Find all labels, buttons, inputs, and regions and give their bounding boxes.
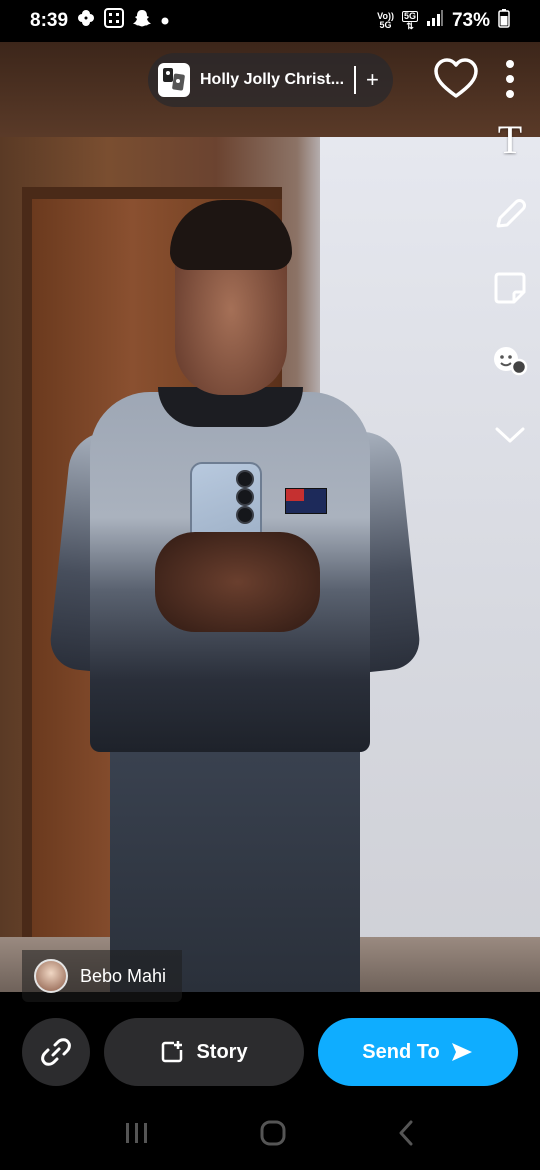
- status-bar: 8:39 Vo)) 5G 5G ⇅ 73%: [0, 0, 540, 42]
- signal-icon: [426, 9, 444, 33]
- pencil-icon[interactable]: [488, 192, 532, 236]
- link-icon: [41, 1038, 71, 1066]
- chevron-down-icon[interactable]: [488, 412, 532, 456]
- more-dot: [506, 75, 514, 83]
- add-story-icon: [162, 1041, 183, 1063]
- heart-icon[interactable]: [432, 56, 480, 102]
- text-icon[interactable]: T: [488, 118, 532, 162]
- link-button[interactable]: [22, 1018, 90, 1086]
- home-icon[interactable]: [259, 1119, 287, 1152]
- hair: [170, 200, 292, 270]
- screen: 8:39 Vo)) 5G 5G ⇅ 73% Holly Jolly Christ…: [0, 0, 540, 1170]
- battery-icon: [498, 8, 510, 34]
- snap-photo[interactable]: [0, 42, 540, 992]
- pill-divider: [354, 66, 356, 94]
- camera-lens: [236, 470, 254, 488]
- flag-patch: [285, 488, 327, 514]
- status-time: 8:39: [30, 10, 69, 31]
- add-sound-button[interactable]: +: [366, 69, 379, 91]
- lens-icon[interactable]: [488, 338, 532, 382]
- story-label: Story: [196, 1040, 248, 1063]
- user-chip[interactable]: Bebo Mahi: [22, 950, 182, 1002]
- hands: [155, 532, 320, 632]
- camera-lens: [236, 506, 254, 524]
- volte-indicator: Vo)) 5G: [377, 12, 394, 30]
- story-button[interactable]: Story: [104, 1018, 304, 1086]
- more-icon[interactable]: [496, 58, 524, 100]
- avatar: [34, 959, 68, 993]
- more-dot: [506, 90, 514, 98]
- data-indicator: 5G ⇅: [401, 11, 418, 31]
- sound-pill[interactable]: Holly Jolly Christ... +: [148, 53, 393, 107]
- person: [0, 42, 540, 992]
- status-right: Vo)) 5G 5G ⇅ 73%: [377, 8, 510, 34]
- system-nav-bar: [0, 1100, 540, 1170]
- dot-icon: [160, 10, 170, 32]
- user-name: Bebo Mahi: [80, 965, 167, 986]
- qr-icon: [104, 8, 125, 34]
- back-icon[interactable]: [396, 1119, 416, 1152]
- sound-title[interactable]: Holly Jolly Christ...: [200, 71, 348, 89]
- send-to-button[interactable]: Send To: [318, 1018, 518, 1086]
- camera-lens: [236, 488, 254, 506]
- sound-thumbnail: [158, 63, 190, 97]
- status-left: 8:39: [30, 8, 170, 34]
- data-arrows: ⇅: [406, 21, 414, 31]
- pinwheel-icon: [76, 8, 96, 34]
- network-label: 5G: [379, 20, 392, 30]
- sticker-icon[interactable]: [488, 266, 532, 310]
- send-arrow-icon: [451, 1043, 472, 1061]
- snapchat-ghost-icon: [132, 8, 152, 34]
- more-dot: [506, 60, 514, 68]
- text-tool-label: T: [497, 117, 523, 162]
- battery-percent: 73%: [451, 10, 490, 31]
- send-to-label: Send To: [362, 1040, 440, 1063]
- recent-apps-icon[interactable]: [124, 1121, 150, 1150]
